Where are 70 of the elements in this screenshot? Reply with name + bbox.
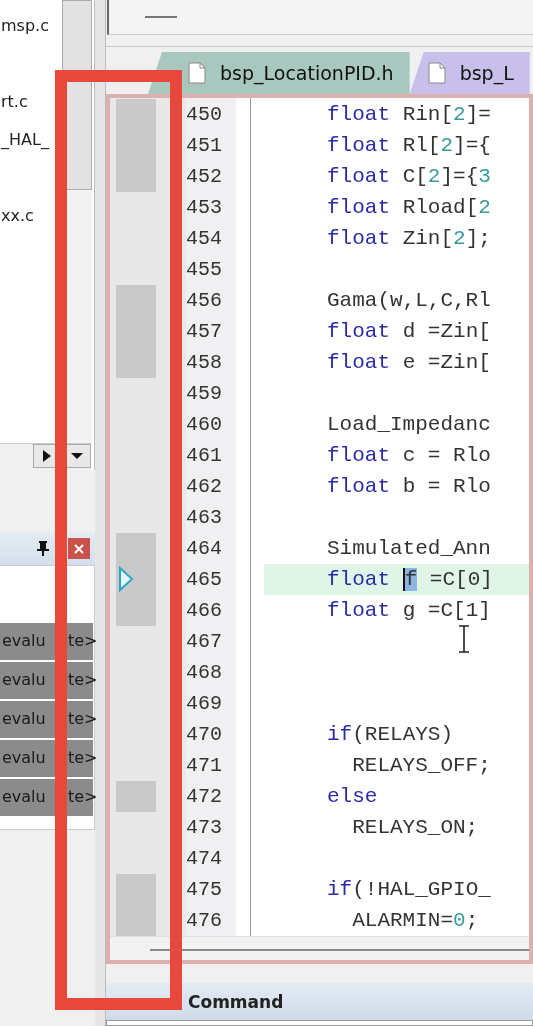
line-number: 460	[186, 413, 222, 436]
code-line: float Rin[2]=	[327, 103, 491, 126]
code-line: float b = Rlo	[327, 475, 491, 498]
code-editor[interactable]	[106, 94, 533, 964]
line-number: 452	[186, 165, 222, 188]
line-number: 464	[186, 537, 222, 560]
line-number: 463	[186, 506, 222, 529]
down-triangle-icon	[70, 452, 84, 460]
horizontal-scrollbar[interactable]	[110, 936, 529, 960]
command-field[interactable]	[106, 1020, 533, 1026]
file-name[interactable]: rt.c	[1, 91, 28, 111]
right-triangle-icon	[42, 449, 52, 463]
line-number: 475	[186, 878, 222, 901]
watch-value: evalu	[2, 631, 46, 650]
code-line: if(!HAL_GPIO_	[327, 878, 491, 901]
line-number: 470	[186, 723, 222, 746]
code-line: float Zin[2];	[327, 227, 491, 250]
code-line: float d =Zin[	[327, 320, 491, 343]
file-name[interactable]: xx.c	[1, 205, 34, 225]
line-number: 450	[186, 103, 222, 126]
code-line: Load_Impedanc	[327, 413, 491, 436]
line-number: 462	[186, 475, 222, 498]
line-number: 461	[186, 444, 222, 467]
watch-value: evalu	[2, 709, 46, 728]
line-number: 453	[186, 196, 222, 219]
panel-title: Command	[188, 991, 284, 1012]
line-number: 456	[186, 289, 222, 312]
code-line: Simulated_Ann	[327, 537, 491, 560]
document-icon	[427, 62, 446, 84]
watch-value: evalu	[2, 787, 46, 806]
file-name[interactable]: msp.c	[1, 15, 49, 35]
line-number: 458	[186, 351, 222, 374]
file-name[interactable]: _HAL_	[1, 129, 49, 149]
code-line: float Rl[2]={	[327, 134, 491, 157]
line-number: 476	[186, 909, 222, 932]
line-number: 454	[186, 227, 222, 250]
file-tab[interactable]: bsp_LocationPID.h	[148, 52, 410, 94]
close-icon	[74, 543, 84, 554]
line-number: 459	[186, 382, 222, 405]
code-line: float Rload[2	[327, 196, 491, 219]
line-number: 469	[186, 692, 222, 715]
line-number: 467	[186, 630, 222, 653]
line-number: 471	[186, 754, 222, 777]
pin-icon[interactable]	[36, 540, 50, 556]
code-line: if(RELAYS)	[327, 723, 454, 746]
text-cursor-icon	[458, 625, 470, 653]
document-icon	[188, 62, 206, 84]
file-tab[interactable]: bsp_L	[409, 52, 530, 94]
code-line: float g =C[1]	[327, 599, 491, 622]
line-number: 468	[186, 661, 222, 684]
code-line: float f =C[0]	[327, 568, 493, 591]
code-line: RELAYS_OFF;	[351, 754, 491, 777]
code-line: ALARMIN=0;	[351, 909, 479, 932]
code-line: else	[327, 785, 378, 808]
line-number: 474	[186, 847, 222, 870]
line-number: 465	[186, 568, 222, 591]
code-line: Gama(w,L,C,Rl	[327, 289, 491, 312]
code-line: RELAYS_ON;	[351, 816, 479, 839]
close-button[interactable]	[68, 538, 90, 559]
line-number: 455	[186, 258, 222, 281]
line-number: 457	[186, 320, 222, 343]
line-number: 451	[186, 134, 222, 157]
line-number: 473	[186, 816, 222, 839]
watch-value: evalu	[2, 748, 46, 767]
line-number: 466	[186, 599, 222, 622]
line-number: 472	[186, 785, 222, 808]
code-line: float c = Rlo	[327, 444, 491, 467]
code-line: float C[2]={3	[327, 165, 491, 188]
code-line: float e =Zin[	[327, 351, 491, 374]
watch-value: evalu	[2, 670, 46, 689]
